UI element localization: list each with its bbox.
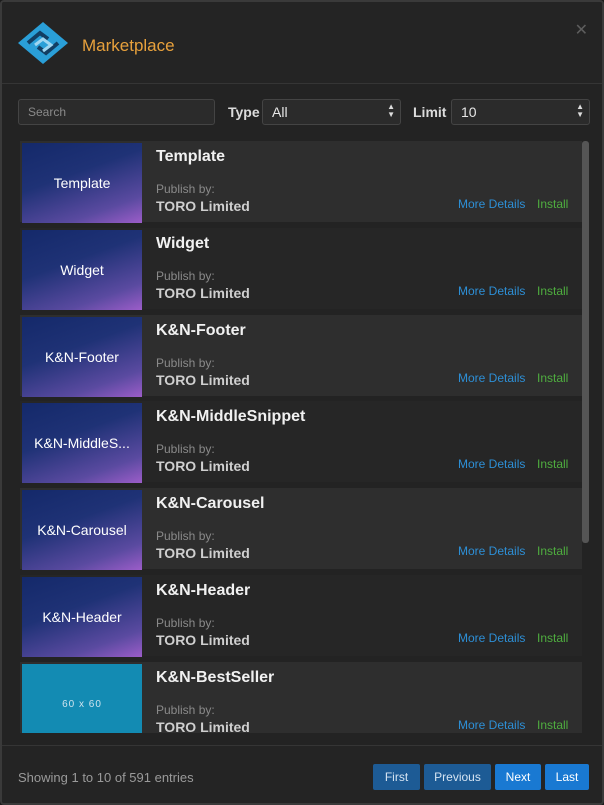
more-details-link[interactable]: More Details: [458, 284, 525, 298]
item-thumbnail[interactable]: 60 x 60: [22, 664, 142, 733]
type-label: Type: [228, 104, 260, 120]
list-item: K&N-Footer K&N-Footer Publish by: TORO L…: [20, 315, 582, 397]
previous-page-button[interactable]: Previous: [424, 764, 491, 790]
publisher-name: TORO Limited: [156, 285, 250, 301]
publish-label: Publish by:: [156, 356, 215, 370]
publisher-name: TORO Limited: [156, 545, 250, 561]
list-item: K&N-Carousel K&N-Carousel Publish by: TO…: [20, 488, 582, 570]
list-item: Template Template Publish by: TORO Limit…: [20, 141, 582, 223]
publish-label: Publish by:: [156, 182, 215, 196]
thumbnail-label: K&N-MiddleS...: [34, 435, 130, 451]
thumbnail-label: 60 x 60: [62, 698, 102, 710]
select-arrows-icon: ▲ ▼: [576, 102, 584, 119]
publish-label: Publish by:: [156, 703, 215, 717]
publisher-name: TORO Limited: [156, 458, 250, 474]
select-arrows-icon: ▲ ▼: [387, 102, 395, 119]
publish-label: Publish by:: [156, 442, 215, 456]
item-thumbnail[interactable]: Widget: [22, 230, 142, 310]
thumbnail-label: Widget: [60, 262, 104, 278]
list-scrollbar[interactable]: [582, 141, 589, 543]
limit-label: Limit: [413, 104, 447, 120]
more-details-link[interactable]: More Details: [458, 371, 525, 385]
install-link[interactable]: Install: [537, 284, 568, 298]
item-thumbnail[interactable]: K&N-Header: [22, 577, 142, 657]
list-item: 60 x 60 K&N-BestSeller Publish by: TORO …: [20, 662, 582, 733]
thumbnail-label: K&N-Footer: [45, 349, 119, 365]
publisher-name: TORO Limited: [156, 632, 250, 648]
publish-label: Publish by:: [156, 269, 215, 283]
close-icon[interactable]: ✕: [575, 20, 588, 40]
item-name: K&N-MiddleSnippet: [156, 408, 306, 425]
item-name: Template: [156, 148, 226, 165]
marketplace-dialog: Marketplace ✕ Type All ▲▼ Limit 10 ▲▼ Te…: [0, 0, 604, 805]
publisher-name: TORO Limited: [156, 719, 250, 733]
item-thumbnail[interactable]: K&N-Footer: [22, 317, 142, 397]
type-select-value: All: [272, 104, 288, 120]
more-details-link[interactable]: More Details: [458, 197, 525, 211]
dialog-footer: Showing 1 to 10 of 591 entries First Pre…: [2, 745, 602, 803]
dialog-title: Marketplace: [82, 36, 175, 55]
more-details-link[interactable]: More Details: [458, 631, 525, 645]
item-name: K&N-Footer: [156, 322, 246, 339]
search-input[interactable]: [18, 99, 215, 125]
more-details-link[interactable]: More Details: [458, 544, 525, 558]
marketplace-logo-icon: [18, 22, 68, 64]
list-item: Widget Widget Publish by: TORO Limited M…: [20, 228, 582, 310]
more-details-link[interactable]: More Details: [458, 718, 525, 732]
list-item: K&N-MiddleS... K&N-MiddleSnippet Publish…: [20, 401, 582, 483]
item-thumbnail[interactable]: Template: [22, 143, 142, 223]
publisher-name: TORO Limited: [156, 372, 250, 388]
thumbnail-label: K&N-Header: [42, 609, 122, 625]
thumbnail-label: Template: [53, 175, 111, 191]
next-page-button[interactable]: Next: [495, 764, 541, 790]
install-link[interactable]: Install: [537, 371, 568, 385]
item-name: K&N-Carousel: [156, 495, 265, 512]
list-item: K&N-Header K&N-Header Publish by: TORO L…: [20, 575, 582, 657]
entries-summary: Showing 1 to 10 of 591 entries: [18, 770, 194, 785]
item-thumbnail[interactable]: K&N-MiddleS...: [22, 403, 142, 483]
item-name: K&N-Header: [156, 582, 251, 599]
last-page-button[interactable]: Last: [545, 764, 589, 790]
item-name: Widget: [156, 235, 210, 252]
publish-label: Publish by:: [156, 529, 215, 543]
publish-label: Publish by:: [156, 616, 215, 630]
limit-select[interactable]: 10 ▲ ▼: [451, 99, 590, 125]
limit-select-value: 10: [461, 104, 477, 120]
install-link[interactable]: Install: [537, 718, 568, 732]
type-select[interactable]: All ▲ ▼: [262, 99, 401, 125]
dialog-header: Marketplace ✕: [2, 2, 602, 84]
more-details-link[interactable]: More Details: [458, 457, 525, 471]
publisher-name: TORO Limited: [156, 198, 250, 214]
install-link[interactable]: Install: [537, 197, 568, 211]
thumbnail-label: K&N-Carousel: [37, 522, 127, 538]
item-thumbnail[interactable]: K&N-Carousel: [22, 490, 142, 570]
install-link[interactable]: Install: [537, 631, 568, 645]
marketplace-list: Template Template Publish by: TORO Limit…: [20, 141, 582, 733]
install-link[interactable]: Install: [537, 457, 568, 471]
filter-bar: Type All ▲▼ Limit 10 ▲▼: [18, 99, 590, 127]
first-page-button[interactable]: First: [373, 764, 420, 790]
install-link[interactable]: Install: [537, 544, 568, 558]
item-name: K&N-BestSeller: [156, 669, 275, 686]
